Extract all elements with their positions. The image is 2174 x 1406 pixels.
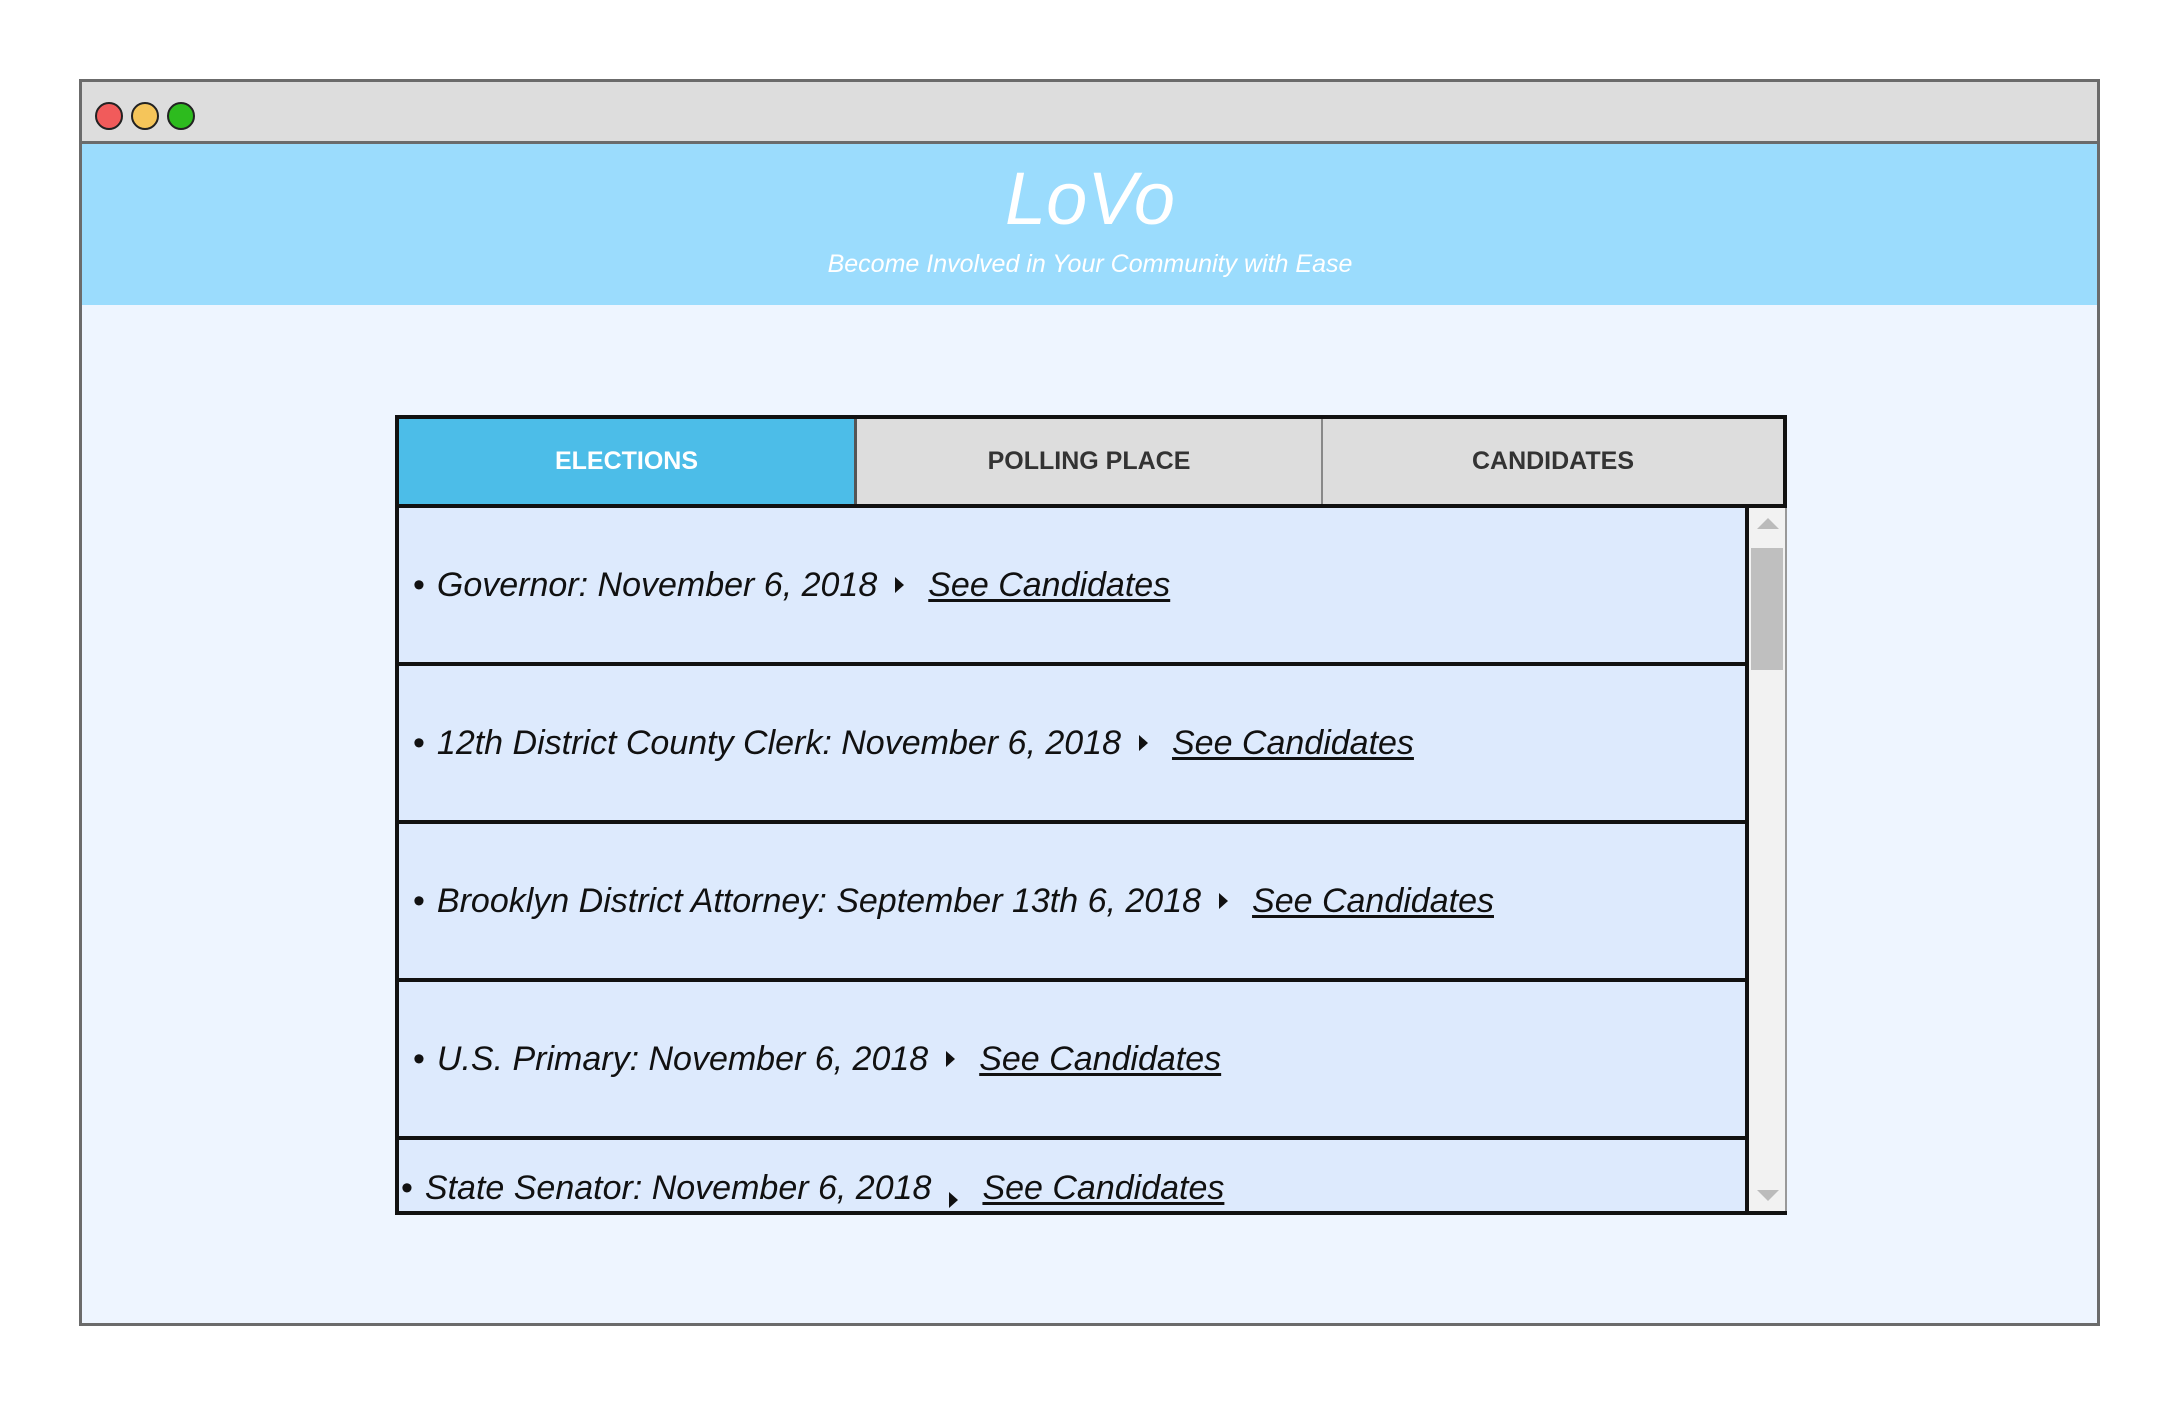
election-label: U.S. Primary: November 6, 2018 xyxy=(436,1039,929,1078)
see-candidates-link[interactable]: See Candidates xyxy=(982,1169,1224,1208)
caret-right-icon xyxy=(895,577,905,593)
tab-polling-place[interactable]: POLLING PLACE xyxy=(857,419,1323,504)
bullet: • xyxy=(413,1039,425,1078)
caret-right-icon xyxy=(1219,893,1229,909)
bullet: • xyxy=(413,723,425,762)
caret-right-icon xyxy=(949,1192,959,1208)
maximize-dot-icon[interactable] xyxy=(167,102,195,130)
browser-window: LoVo Become Involved in Your Community w… xyxy=(79,79,2100,1326)
caret-right-icon xyxy=(946,1051,956,1067)
window-titlebar xyxy=(82,82,2097,144)
bullet: • xyxy=(413,881,425,920)
election-label: 12th District County Clerk: November 6, … xyxy=(436,723,1121,762)
election-label: State Senator: November 6, 2018 xyxy=(424,1169,932,1207)
election-label: Brooklyn District Attorney: September 13… xyxy=(436,881,1202,920)
scrollbar-thumb[interactable] xyxy=(1751,548,1783,670)
elections-list: • Governor: November 6, 2018 See Candida… xyxy=(395,508,1787,1215)
scroll-up-arrow-icon[interactable] xyxy=(1757,518,1779,529)
close-dot-icon[interactable] xyxy=(95,102,123,130)
bullet: • xyxy=(413,565,425,604)
see-candidates-link[interactable]: See Candidates xyxy=(1172,724,1414,763)
app-logo: LoVo xyxy=(1004,157,1176,240)
tab-candidates[interactable]: CANDIDATES xyxy=(1323,419,1783,504)
tab-bar: ELECTIONS POLLING PLACE CANDIDATES xyxy=(395,415,1787,508)
vertical-scrollbar[interactable] xyxy=(1745,508,1787,1211)
minimize-dot-icon[interactable] xyxy=(131,102,159,130)
bullet: • xyxy=(401,1169,413,1207)
caret-right-icon xyxy=(1138,735,1148,751)
see-candidates-link[interactable]: See Candidates xyxy=(1252,882,1494,921)
election-label: Governor: November 6, 2018 xyxy=(436,565,878,604)
list-item: • U.S. Primary: November 6, 2018 See Can… xyxy=(399,982,1745,1140)
scroll-down-arrow-icon[interactable] xyxy=(1757,1190,1779,1201)
site-header: LoVo Become Involved in Your Community w… xyxy=(82,144,2097,305)
list-item: • Brooklyn District Attorney: September … xyxy=(399,824,1745,982)
elections-panel: ELECTIONS POLLING PLACE CANDIDATES • Gov… xyxy=(395,415,1787,1215)
app-tagline: Become Involved in Your Community with E… xyxy=(827,250,1353,278)
see-candidates-link[interactable]: See Candidates xyxy=(979,1040,1221,1079)
list-item: • State Senator: November 6, 2018 See Ca… xyxy=(399,1140,1745,1210)
list-item: • 12th District County Clerk: November 6… xyxy=(399,666,1745,824)
tab-elections[interactable]: ELECTIONS xyxy=(399,419,857,504)
see-candidates-link[interactable]: See Candidates xyxy=(928,566,1170,605)
list-item: • Governor: November 6, 2018 See Candida… xyxy=(399,508,1745,666)
elections-rows: • Governor: November 6, 2018 See Candida… xyxy=(399,508,1745,1210)
